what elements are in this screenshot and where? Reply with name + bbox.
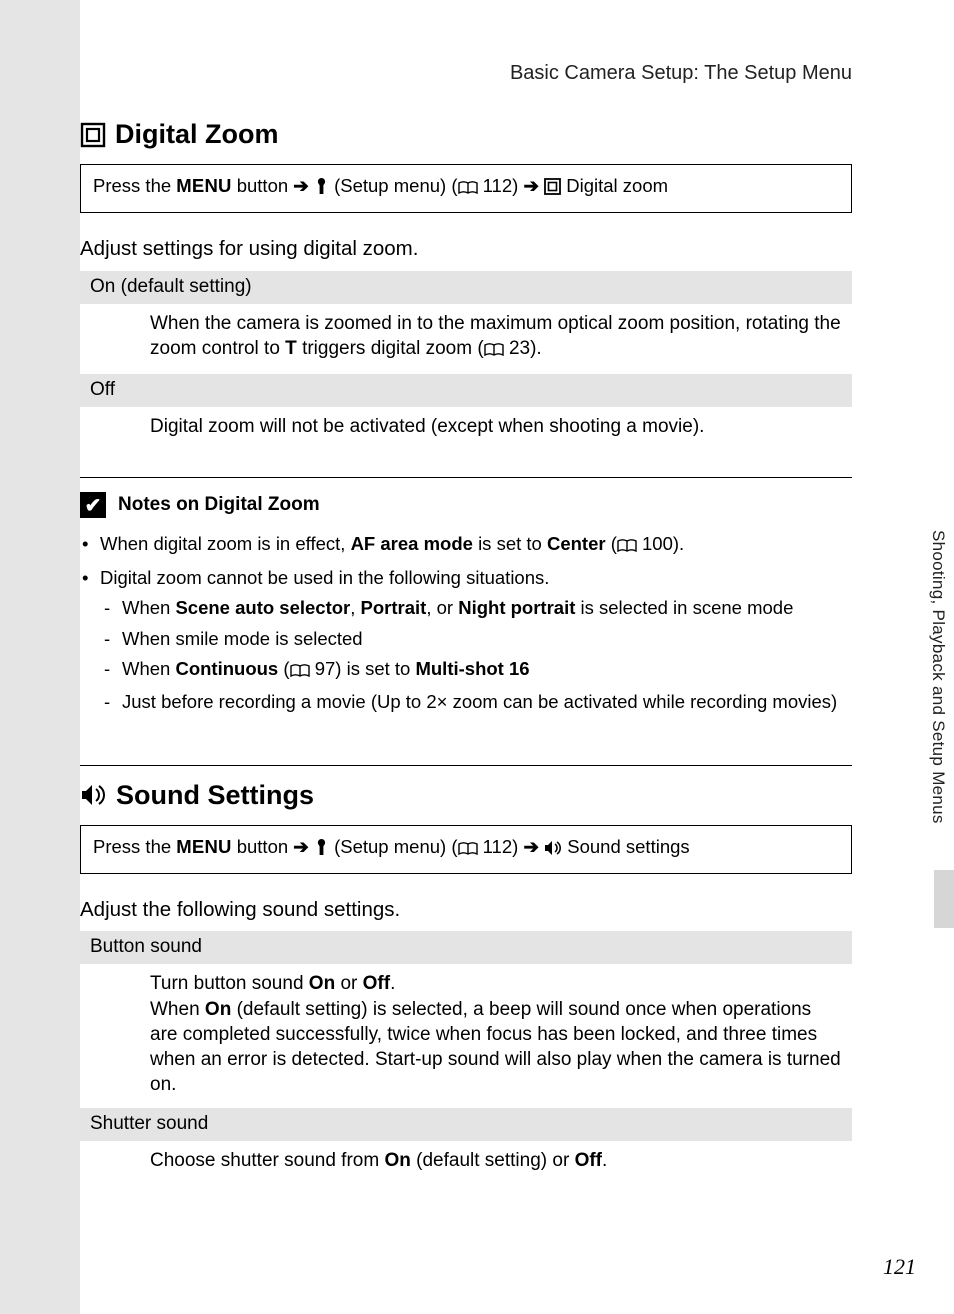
arrow-icon: ➔ [293, 836, 309, 857]
book-icon [458, 838, 478, 863]
option-body: Turn button sound On or Off. When On (de… [80, 964, 852, 1107]
page-number: 121 [883, 1254, 916, 1280]
notes-list: When digital zoom is in effect, AF area … [80, 530, 852, 715]
book-icon [617, 533, 637, 560]
list-item: Digital zoom cannot be used in the follo… [80, 564, 852, 716]
list-item: When Continuous ( 97) is set to Multi-sh… [100, 655, 852, 685]
book-icon [484, 339, 504, 364]
zoom-frame-icon [544, 177, 561, 202]
wrench-icon [314, 177, 329, 202]
book-icon [458, 177, 478, 202]
section-heading-digital-zoom: Digital Zoom [80, 119, 852, 150]
book-icon [290, 658, 310, 685]
arrow-icon: ➔ [523, 175, 539, 196]
nav-path-box: Press the MENU button ➔ (Setup menu) ( 1… [80, 825, 852, 874]
side-tab: Shooting, Playback and Setup Menus [926, 530, 954, 930]
nav-path-box: Press the MENU button ➔ (Setup menu) ( 1… [80, 164, 852, 213]
arrow-icon: ➔ [523, 836, 539, 857]
section-title: Digital Zoom [115, 119, 279, 150]
side-tab-label: Shooting, Playback and Setup Menus [928, 530, 948, 824]
option-body: Digital zoom will not be activated (exce… [80, 407, 852, 449]
check-badge-icon: ✔ [80, 492, 106, 518]
option-heading: On (default setting) [80, 271, 852, 304]
zoom-frame-icon [80, 122, 106, 148]
wrench-icon [314, 838, 329, 863]
option-heading: Off [80, 374, 852, 407]
list-item: When smile mode is selected [100, 625, 852, 652]
option-body: Choose shutter sound from On (default se… [80, 1141, 852, 1183]
section-intro: Adjust settings for using digital zoom. [80, 235, 852, 263]
option-heading: Button sound [80, 931, 852, 964]
chapter-title: Basic Camera Setup: The Setup Menu [80, 62, 852, 85]
option-body: When the camera is zoomed in to the maxi… [80, 304, 852, 375]
speaker-icon [80, 783, 107, 807]
list-item: When Scene auto selector, Portrait, or N… [100, 594, 852, 621]
section-intro: Adjust the following sound settings. [80, 896, 852, 924]
arrow-icon: ➔ [293, 175, 309, 196]
option-heading: Shutter sound [80, 1108, 852, 1141]
list-item: Just before recording a movie (Up to 2× … [100, 688, 852, 715]
section-heading-sound-settings: Sound Settings [80, 780, 852, 811]
thumb-index-tab [934, 870, 954, 928]
list-item: When digital zoom is in effect, AF area … [80, 530, 852, 560]
speaker-icon [544, 838, 562, 863]
notes-heading: ✔ Notes on Digital Zoom [80, 492, 852, 518]
section-title: Sound Settings [116, 780, 314, 811]
